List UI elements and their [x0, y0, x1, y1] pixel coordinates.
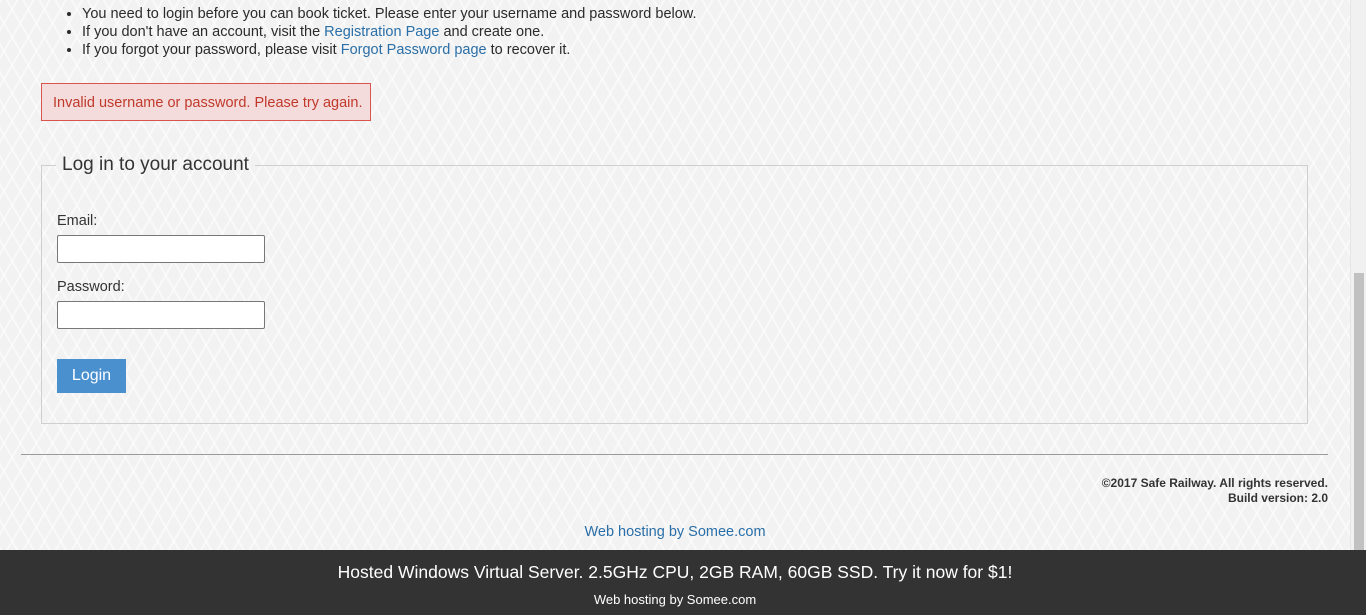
vertical-scrollbar[interactable] [1350, 0, 1366, 550]
login-legend: Log in to your account [62, 154, 249, 175]
banner-main-text[interactable]: Hosted Windows Virtual Server. 2.5GHz CP… [0, 562, 1350, 583]
instruction-login-required: You need to login before you can book ti… [82, 5, 697, 23]
login-button[interactable]: Login [57, 359, 126, 393]
forgot-password-link[interactable]: Forgot Password page [341, 42, 487, 58]
copyright-text: ©2017 Safe Railway. All rights reserved. [1101, 476, 1328, 490]
email-field[interactable] [57, 235, 265, 263]
banner-sub-text[interactable]: Web hosting by Somee.com [0, 592, 1350, 607]
hosting-link-container: Web hosting by Somee.com [0, 524, 1350, 540]
web-hosting-link[interactable]: Web hosting by Somee.com [584, 524, 765, 540]
copyright-block: ©2017 Safe Railway. All rights reserved.… [1102, 476, 1328, 506]
email-label: Email: [57, 213, 98, 229]
password-field[interactable] [57, 301, 265, 329]
footer-divider [21, 454, 1328, 455]
build-version: Build version: 2.0 [1227, 491, 1328, 505]
password-label: Password: [57, 279, 125, 295]
instruction-registration: If you don't have an account, visit the … [82, 23, 697, 41]
login-fieldset: Log in to your account [41, 154, 1308, 424]
error-message: Invalid username or password. Please try… [41, 83, 371, 121]
registration-page-link[interactable]: Registration Page [324, 24, 439, 40]
scrollbar-thumb[interactable] [1354, 273, 1364, 550]
hosting-banner[interactable]: Hosted Windows Virtual Server. 2.5GHz CP… [0, 550, 1366, 615]
login-instructions: You need to login before you can book ti… [42, 5, 697, 59]
instruction-forgot-password: If you forgot your password, please visi… [82, 41, 697, 59]
